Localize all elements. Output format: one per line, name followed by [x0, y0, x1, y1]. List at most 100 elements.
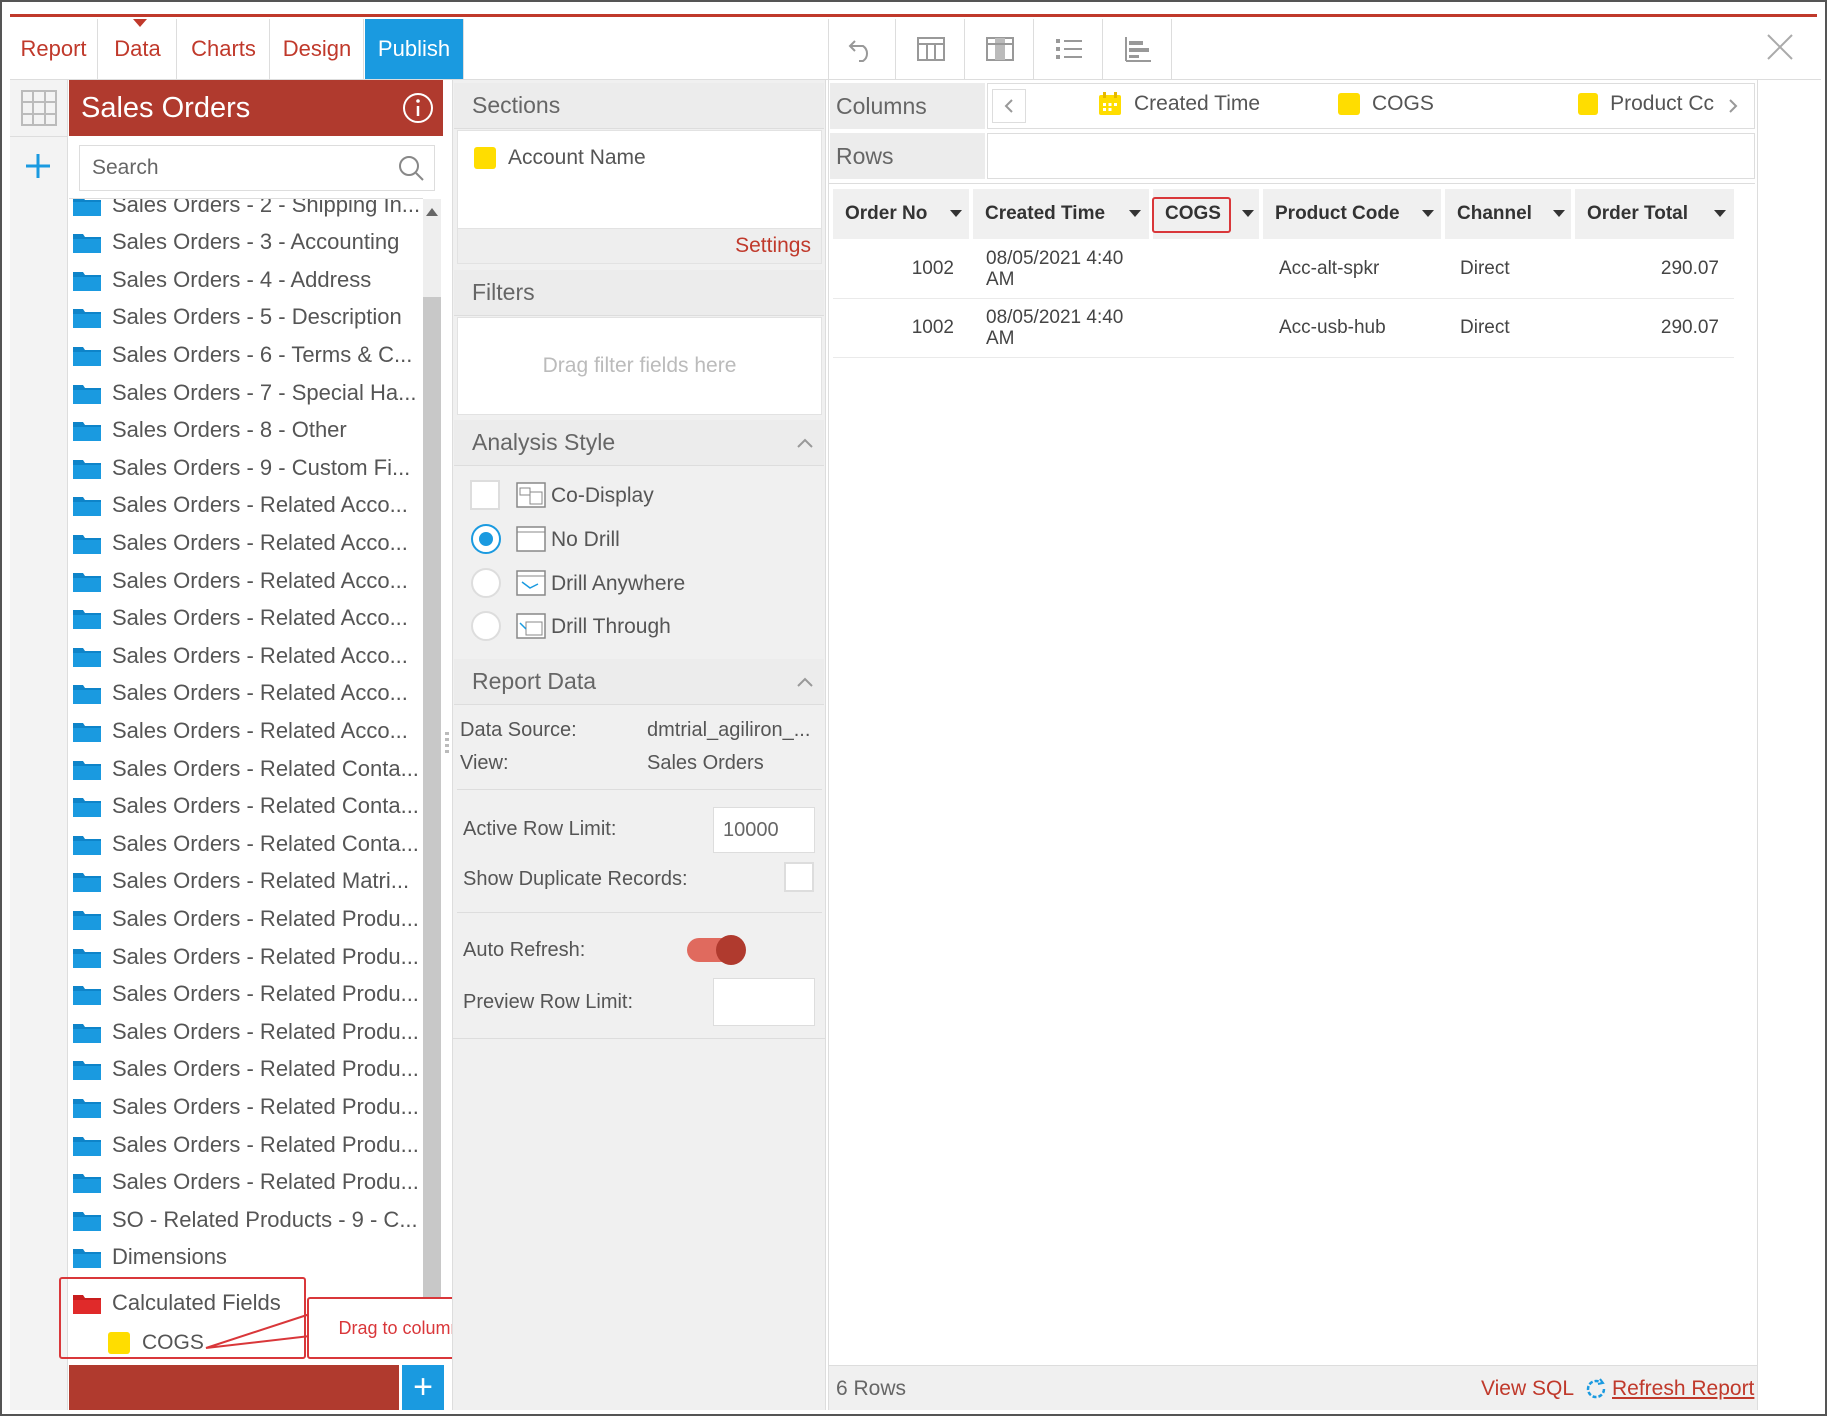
tree-folder[interactable]: Sales Orders - Related Produ... [72, 1088, 419, 1125]
column-chip-created-time[interactable]: Created Time [1098, 92, 1260, 116]
tab-design[interactable]: Design [271, 19, 364, 79]
tree-folder[interactable]: Sales Orders - 3 - Accounting [72, 224, 399, 261]
tree-folder[interactable]: Sales Orders - Related Produ... [72, 1164, 419, 1201]
col-header-order-total[interactable]: Order Total [1575, 189, 1734, 239]
add-icon[interactable] [24, 152, 52, 185]
close-icon[interactable] [1765, 32, 1795, 67]
report-data-header[interactable]: Report Data [454, 659, 824, 705]
column-chip-cogs[interactable]: COGS [1338, 92, 1434, 116]
auto-refresh-label: Auto Refresh: [463, 939, 586, 961]
cell-order-no: 1002 [911, 317, 954, 338]
tree-item-label: Sales Orders - Related Acco... [112, 567, 408, 593]
analysis-style-header[interactable]: Analysis Style [454, 420, 824, 466]
sort-menu-icon[interactable] [950, 210, 962, 217]
list-icon[interactable] [1035, 19, 1103, 79]
sort-menu-icon[interactable] [1553, 210, 1565, 217]
tree-folder[interactable]: Sales Orders - 9 - Custom Fi... [72, 449, 410, 486]
tree-folder[interactable]: Sales Orders - Related Produ... [72, 976, 419, 1013]
tree-folder[interactable]: Sales Orders - Related Produ... [72, 900, 419, 937]
active-indicator-arrow [133, 19, 147, 27]
columns-scroll-right-icon[interactable] [1716, 89, 1750, 123]
header-label: Channel [1457, 203, 1532, 224]
chevron-up-icon[interactable] [796, 436, 814, 454]
section-field-account-name[interactable]: Account Name [474, 146, 646, 170]
tree-item-label: Sales Orders - 8 - Other [112, 417, 347, 443]
tree-folder[interactable]: Sales Orders - Related Conta... [72, 750, 419, 787]
active-row-limit-input[interactable]: 10000 [713, 807, 815, 853]
undo-icon[interactable] [828, 19, 896, 79]
show-duplicates-checkbox[interactable] [784, 862, 814, 892]
row-count: 6 Rows [836, 1377, 907, 1400]
tree-folder[interactable]: Sales Orders - Related Produ... [72, 1126, 419, 1163]
view-sql-link[interactable]: View SQL [1481, 1377, 1574, 1401]
tree-item-label: Sales Orders - Related Acco... [112, 492, 408, 518]
tree-folder[interactable]: Sales Orders - Related Acco... [72, 712, 408, 749]
tree-scrollbar-thumb[interactable] [423, 297, 441, 1317]
tab-report[interactable]: Report [10, 19, 98, 79]
tree-folder[interactable]: Sales Orders - Related Acco... [72, 637, 408, 674]
tree-folder[interactable]: Sales Orders - Related Conta... [72, 788, 419, 825]
tab-data[interactable]: Data [99, 19, 177, 79]
active-row-limit-value: 10000 [723, 818, 779, 841]
tree-folder[interactable]: Sales Orders - Related Produ... [72, 938, 419, 975]
drill-anywhere-radio[interactable] [471, 568, 501, 598]
panel-resize-handle[interactable] [445, 732, 449, 756]
sort-menu-icon[interactable] [1242, 210, 1254, 217]
tree-folder[interactable]: Sales Orders - Related Produ... [72, 1013, 419, 1050]
info-icon[interactable] [402, 92, 434, 129]
col-header-product-code[interactable]: Product Code [1263, 189, 1443, 239]
tree-folder[interactable]: Sales Orders - 7 - Special Ha... [72, 374, 416, 411]
tree-folder[interactable]: Sales Orders - Related Acco... [72, 562, 408, 599]
chevron-up-icon[interactable] [796, 675, 814, 693]
tree-folder[interactable]: Sales Orders - Related Acco... [72, 524, 408, 561]
folder-icon [73, 873, 101, 893]
refresh-report-link[interactable]: Refresh Report [1612, 1377, 1754, 1401]
sort-menu-icon[interactable] [1129, 210, 1141, 217]
sort-menu-icon[interactable] [1714, 210, 1726, 217]
tree-folder[interactable]: Sales Orders - Related Conta... [72, 825, 419, 862]
drill-through-radio[interactable] [471, 611, 501, 641]
tree-item-label: Sales Orders - 9 - Custom Fi... [112, 454, 411, 480]
co-display-checkbox[interactable] [470, 480, 500, 510]
table-layout-icon[interactable] [966, 19, 1034, 79]
folder-icon [73, 685, 101, 705]
tab-publish[interactable]: Publish [365, 19, 464, 79]
sort-menu-icon[interactable] [1422, 210, 1434, 217]
tree-folder[interactable]: Dimensions [72, 1239, 227, 1276]
folder-icon [73, 722, 101, 742]
sections-dropzone[interactable]: Account Name [457, 130, 822, 228]
settings-link[interactable]: Settings [735, 234, 811, 258]
tree-folder[interactable]: Sales Orders - 2 - Shipping In... [72, 199, 420, 223]
no-drill-radio[interactable] [471, 524, 501, 554]
tab-charts[interactable]: Charts [178, 19, 270, 79]
refresh-icon[interactable] [1584, 1377, 1608, 1406]
col-header-created-time[interactable]: Created Time [973, 189, 1151, 239]
tree-folder[interactable]: SO - Related Products - 9 - C... [72, 1201, 418, 1238]
search-input[interactable]: Search [79, 145, 435, 191]
report-preview-panel [828, 80, 1758, 1410]
preview-row-limit-input[interactable] [713, 978, 815, 1026]
no-drill-label: No Drill [551, 528, 620, 551]
tree-folder[interactable]: Sales Orders - Related Acco... [72, 675, 408, 712]
tree-folder[interactable]: Sales Orders - Related Acco... [72, 600, 408, 637]
tree-folder[interactable]: Sales Orders - 4 - Address [72, 261, 371, 298]
columns-scroll-left-icon[interactable] [992, 89, 1026, 123]
tree-folder[interactable]: Sales Orders - 8 - Other [72, 412, 347, 449]
columns-icon[interactable] [897, 19, 965, 79]
add-field-button[interactable]: + [402, 1365, 444, 1410]
column-chip-product-code[interactable]: Product Cc [1578, 92, 1714, 116]
tree-item-label: Sales Orders - Related Produ... [112, 1056, 419, 1082]
tree-folder[interactable]: Sales Orders - 5 - Description [72, 299, 402, 336]
grid-icon[interactable] [21, 90, 57, 131]
filters-dropzone[interactable]: Drag filter fields here [457, 317, 822, 415]
tab-label: Data [114, 36, 161, 61]
tree-folder[interactable]: Sales Orders - 6 - Terms & C... [72, 336, 412, 373]
rows-dropzone[interactable] [987, 133, 1755, 179]
tree-folder[interactable]: Sales Orders - Related Acco... [72, 487, 408, 524]
search-icon[interactable] [397, 154, 425, 187]
bar-list-icon[interactable] [1104, 19, 1172, 79]
folder-icon [73, 986, 101, 1006]
tree-folder[interactable]: Sales Orders - Related Produ... [72, 1051, 419, 1088]
tree-folder[interactable]: Sales Orders - Related Matri... [72, 863, 409, 900]
scroll-up-arrow-icon[interactable] [426, 208, 438, 216]
